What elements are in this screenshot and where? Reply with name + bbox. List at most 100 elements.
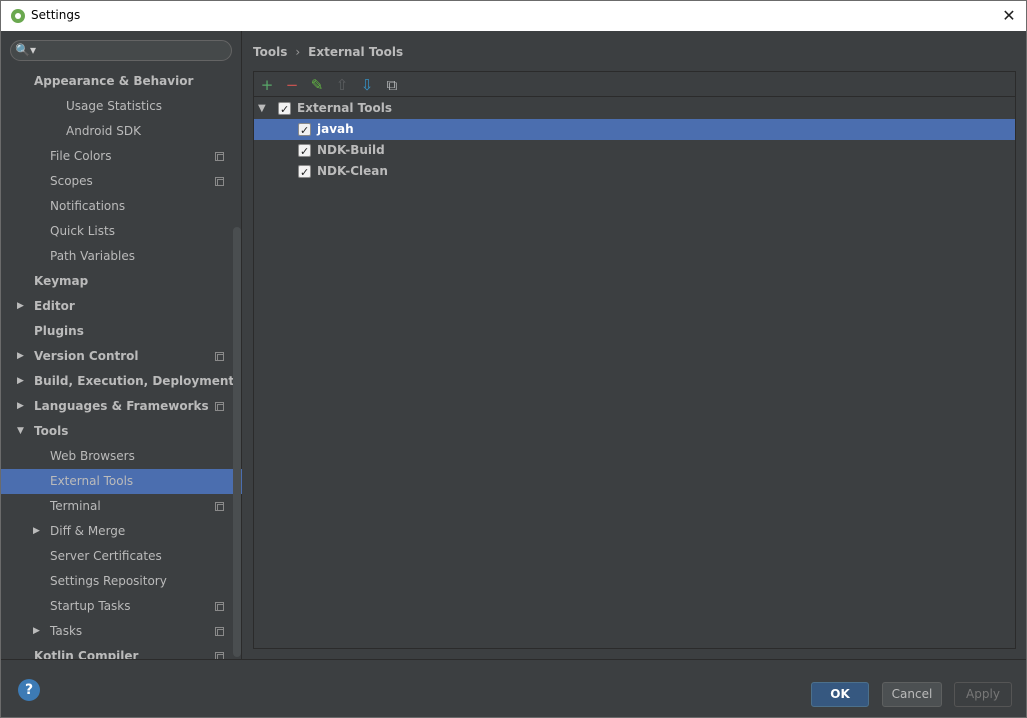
- sidebar-item-label: Tools: [34, 424, 69, 438]
- sidebar-item-label: Diff & Merge: [50, 524, 126, 538]
- expand-arrow-icon[interactable]: ▶: [17, 294, 24, 319]
- add-icon[interactable]: +: [258, 76, 276, 94]
- move-up-icon: ⇧: [335, 76, 349, 94]
- sidebar-item-label: Tasks: [50, 624, 83, 638]
- settings-sidebar: 🔍▾ Appearance & Behavior Usage Statistics…: [1, 31, 242, 659]
- sidebar-item-notifications[interactable]: Notifications: [1, 194, 242, 219]
- sidebar-item-label: File Colors: [50, 149, 112, 163]
- external-tools-panel: +−✎ ⇧ ⇩ ⧉ ▼ External Tools javah NDK-Build ND…: [253, 71, 1016, 649]
- settings-tree: Appearance & Behavior Usage Statistics And…: [1, 71, 242, 659]
- sidebar-item-languages-frameworks[interactable]: ▶ Languages & Frameworks: [1, 394, 242, 419]
- sidebar-item-diff-merge[interactable]: ▶ Diff & Merge: [1, 519, 242, 544]
- copy-icon[interactable]: ⧉: [383, 76, 401, 94]
- ok-button[interactable]: OK: [811, 682, 869, 707]
- sidebar-item-label: Keymap: [34, 274, 89, 288]
- sidebar-item-label: Android SDK: [66, 124, 141, 138]
- project-settings-icon: [215, 502, 224, 511]
- main-panel: Tools › External Tools +−✎ ⇧ ⇩ ⧉ ▼ External T…: [243, 31, 1026, 659]
- external-tools-list: ▼ External Tools javah NDK-Build NDK-Clean: [254, 98, 1015, 648]
- sidebar-item-tasks[interactable]: ▶ Tasks: [1, 619, 242, 644]
- sidebar-item-external-tools[interactable]: External Tools: [1, 469, 242, 494]
- sidebar-item-quick-lists[interactable]: Quick Lists: [1, 219, 242, 244]
- tool-checkbox[interactable]: [298, 141, 311, 162]
- sidebar-item-android-sdk[interactable]: Android SDK: [1, 119, 242, 144]
- sidebar-item-label: Usage Statistics: [66, 99, 163, 113]
- apply-button[interactable]: Apply: [954, 682, 1012, 707]
- help-button[interactable]: ?: [18, 679, 40, 701]
- sidebar-item-kotlin-compiler[interactable]: Kotlin Compiler: [1, 644, 242, 659]
- sidebar-item-usage-statistics[interactable]: Usage Statistics: [1, 94, 242, 119]
- remove-icon[interactable]: −: [283, 76, 301, 94]
- sidebar-item-label: Terminal: [50, 499, 101, 513]
- breadcrumb-current: External Tools: [308, 45, 404, 59]
- sidebar-item-label: Languages & Frameworks: [34, 399, 209, 413]
- project-settings-icon: [215, 627, 224, 636]
- sidebar-item-label: Kotlin Compiler: [34, 649, 139, 659]
- sidebar-item-label: Server Certificates: [50, 549, 162, 563]
- sidebar-item-label: Notifications: [50, 199, 126, 213]
- sidebar-item-tools[interactable]: ▼ Tools: [1, 419, 242, 444]
- android-studio-icon: [11, 9, 25, 23]
- edit-icon[interactable]: ✎: [308, 76, 326, 94]
- close-icon[interactable]: ✕: [996, 3, 1022, 29]
- sidebar-item-label: Appearance & Behavior: [34, 74, 194, 88]
- sidebar-item-editor[interactable]: ▶ Editor: [1, 294, 242, 319]
- expand-arrow-icon[interactable]: ▶: [17, 394, 24, 419]
- sidebar-item-path-variables[interactable]: Path Variables: [1, 244, 242, 269]
- tool-group-label: External Tools: [297, 101, 392, 115]
- sidebar-item-scopes[interactable]: Scopes: [1, 169, 242, 194]
- sidebar-item-label: External Tools: [50, 474, 134, 488]
- cancel-button[interactable]: Cancel: [882, 682, 942, 707]
- collapse-arrow-icon[interactable]: ▼: [17, 419, 24, 444]
- expand-arrow-icon[interactable]: ▶: [17, 369, 24, 394]
- tool-item-label: NDK-Build: [317, 143, 385, 157]
- tool-checkbox[interactable]: [298, 120, 311, 141]
- sidebar-item-startup-tasks[interactable]: Startup Tasks: [1, 594, 242, 619]
- sidebar-item-file-colors[interactable]: File Colors: [1, 144, 242, 169]
- project-settings-icon: [215, 402, 224, 411]
- sidebar-item-server-certificates[interactable]: Server Certificates: [1, 544, 242, 569]
- tool-checkbox[interactable]: [298, 162, 311, 183]
- expand-arrow-icon[interactable]: ▼: [258, 98, 266, 119]
- project-settings-icon: [215, 602, 224, 611]
- sidebar-item-build-execution-deployment[interactable]: ▶ Build, Execution, Deployment: [1, 369, 242, 394]
- sidebar-scrollbar[interactable]: [233, 227, 241, 657]
- tool-item-label: NDK-Clean: [317, 164, 388, 178]
- sidebar-item-plugins[interactable]: Plugins: [1, 319, 242, 344]
- sidebar-item-label: Version Control: [34, 349, 139, 363]
- sidebar-item-terminal[interactable]: Terminal: [1, 494, 242, 519]
- sidebar-item-keymap[interactable]: Keymap: [1, 269, 242, 294]
- group-checkbox[interactable]: [278, 99, 291, 120]
- sidebar-item-label: Path Variables: [50, 249, 136, 263]
- breadcrumb: Tools › External Tools: [253, 45, 403, 59]
- sidebar-item-label: Web Browsers: [50, 449, 135, 463]
- tool-group-row[interactable]: ▼ External Tools: [254, 98, 1015, 120]
- sidebar-item-label: Scopes: [50, 174, 93, 188]
- sidebar-item-appearance-behavior[interactable]: Appearance & Behavior: [1, 71, 242, 94]
- sidebar-item-web-browsers[interactable]: Web Browsers: [1, 444, 242, 469]
- expand-arrow-icon[interactable]: ▶: [33, 519, 40, 544]
- breadcrumb-separator: ›: [295, 45, 301, 59]
- project-settings-icon: [215, 177, 224, 186]
- sidebar-item-label: Settings Repository: [50, 574, 167, 588]
- sidebar-item-label: Plugins: [34, 324, 84, 338]
- sidebar-item-label: Editor: [34, 299, 75, 313]
- tool-item-label: javah: [317, 122, 354, 136]
- expand-arrow-icon[interactable]: ▶: [17, 344, 24, 369]
- sidebar-item-settings-repository[interactable]: Settings Repository: [1, 569, 242, 594]
- tools-toolbar: + − ✎ ⇧ ⇩ ⧉: [254, 72, 1015, 97]
- tool-item-row[interactable]: javah: [254, 119, 1015, 141]
- breadcrumb-parent[interactable]: Tools: [253, 45, 287, 59]
- search-input[interactable]: 🔍▾: [10, 40, 232, 61]
- tool-item-row[interactable]: NDK-Clean: [254, 161, 1015, 183]
- title-bar: Settings ✕: [1, 1, 1026, 31]
- expand-arrow-icon[interactable]: ▶: [33, 619, 40, 644]
- move-down-icon[interactable]: ⇩: [358, 76, 376, 94]
- sidebar-item-version-control[interactable]: ▶ Version Control: [1, 344, 242, 369]
- settings-window: Settings ✕ 🔍▾ Appearance & Behavior Usage…: [0, 0, 1027, 718]
- tool-item-row[interactable]: NDK-Build: [254, 140, 1015, 162]
- project-settings-icon: [215, 152, 224, 161]
- project-settings-icon: [215, 352, 224, 361]
- sidebar-item-label: Startup Tasks: [50, 599, 131, 613]
- window-title: Settings: [31, 8, 81, 22]
